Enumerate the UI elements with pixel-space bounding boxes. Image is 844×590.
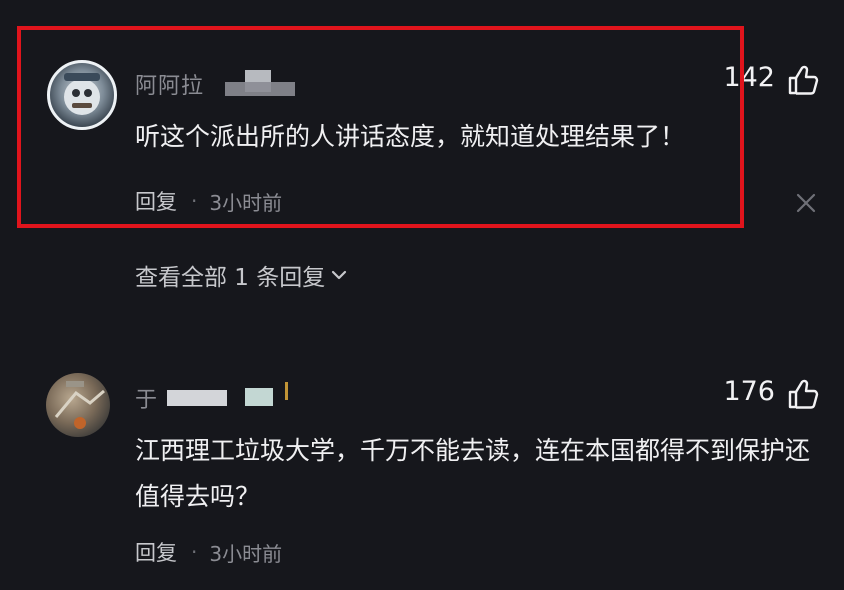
redaction-block [245, 388, 273, 406]
chevron-down-icon [332, 270, 347, 280]
avatar-image [54, 381, 105, 429]
avatar[interactable] [46, 373, 110, 437]
close-icon[interactable] [796, 193, 816, 213]
comment-meta: 回复 · 3小时前 [135, 537, 282, 567]
like-count: 176 [723, 376, 775, 407]
thumbs-up-icon[interactable] [787, 379, 819, 409]
thumbs-up-icon[interactable] [787, 65, 819, 95]
view-replies-label: 查看全部 1 条回复 [135, 265, 326, 291]
comment-text: 江西理工垃圾大学，千万不能去读，连在本国都得不到保护还值得去吗？ [135, 436, 811, 511]
username[interactable]: 于 [135, 382, 295, 410]
redaction-block [167, 390, 227, 406]
redaction-block [285, 382, 288, 400]
view-replies-button[interactable]: 查看全部 1 条回复 [135, 258, 347, 292]
timestamp: 3小时前 [209, 541, 283, 566]
reply-button[interactable]: 回复 [135, 537, 177, 567]
highlight-frame [17, 26, 744, 228]
separator-dot: · [191, 540, 198, 564]
